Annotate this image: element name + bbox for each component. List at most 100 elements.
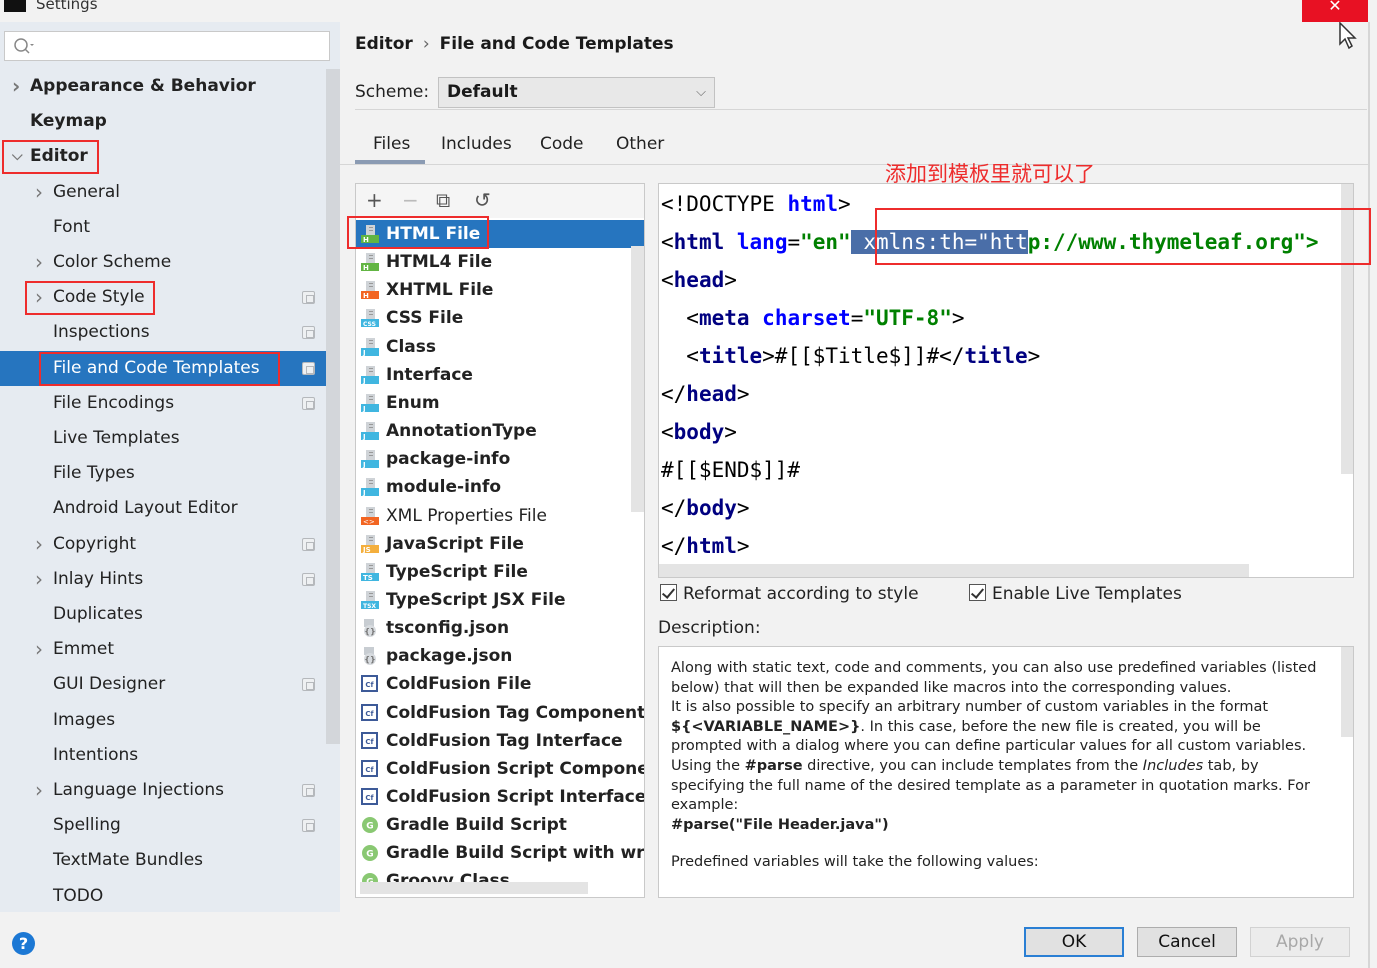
sidebar-item-file-encodings[interactable]: File Encodings — [0, 386, 326, 421]
sidebar-item-duplicates[interactable]: Duplicates — [0, 597, 326, 632]
java-file-icon: J — [360, 393, 380, 413]
template-list-item[interactable]: Cf ColdFusion Tag Interface — [356, 727, 644, 755]
template-list-item[interactable]: Cf ColdFusion Script Component — [356, 755, 644, 783]
sidebar-item-keymap[interactable]: Keymap — [0, 104, 326, 139]
sidebar-item-spelling[interactable]: Spelling — [0, 808, 326, 843]
code-line: <body> — [661, 414, 737, 450]
template-list-item[interactable]: Cf ColdFusion Tag Component — [356, 699, 644, 727]
help-button[interactable]: ? — [12, 932, 35, 955]
checkbox-checked-icon — [660, 584, 677, 601]
sidebar-item-general[interactable]: › General — [0, 175, 326, 210]
template-list-item[interactable]: G Gradle Build Script with wrapper — [356, 839, 644, 867]
template-list-hscrollbar[interactable] — [360, 882, 588, 894]
template-list-item[interactable]: TSX TypeScript JSX File — [356, 586, 644, 614]
chevron-right-icon[interactable]: › — [35, 562, 43, 597]
sidebar-item-intentions[interactable]: Intentions — [0, 738, 326, 773]
template-list-item[interactable]: TS TypeScript File — [356, 558, 644, 586]
template-list-item[interactable]: J Class — [356, 333, 644, 361]
chevron-right-icon[interactable]: › — [35, 632, 43, 667]
template-list-item[interactable]: G Gradle Build Script — [356, 811, 644, 839]
sidebar-item-live-templates[interactable]: Live Templates — [0, 421, 326, 456]
sidebar-item-file-types[interactable]: File Types — [0, 456, 326, 491]
sidebar-item-android-layout-editor[interactable]: Android Layout Editor — [0, 491, 326, 526]
code-token: >#[[$Title$]]#</ — [762, 344, 965, 368]
app-logo-icon — [4, 0, 26, 12]
template-list-item[interactable]: CSS CSS File — [356, 304, 644, 332]
gradle-icon: G — [360, 815, 380, 835]
svg-text:J: J — [362, 461, 366, 469]
template-list-item[interactable]: {} tsconfig.json — [356, 614, 644, 642]
json-file-icon: {} — [360, 646, 380, 666]
code-token: html — [686, 534, 737, 558]
svg-text:<>: <> — [363, 518, 375, 526]
sidebar-scrollbar[interactable] — [326, 69, 340, 744]
java-file-icon: J — [360, 421, 380, 441]
xhtml-file-icon: H — [360, 280, 380, 300]
sidebar-item-label: Emmet — [53, 639, 114, 660]
sidebar-item-copyright[interactable]: › Copyright — [0, 527, 326, 562]
tab-other[interactable]: Other — [616, 134, 664, 154]
template-list-item[interactable]: J AnnotationType — [356, 417, 644, 445]
sidebar-item-label: Font — [53, 216, 91, 237]
project-scope-icon — [302, 361, 315, 375]
code-token: < — [661, 230, 674, 254]
template-label: package-info — [386, 449, 511, 470]
editor-hscrollbar[interactable] — [659, 564, 1249, 577]
code-token: "UTF-8" — [863, 306, 952, 330]
template-list-item[interactable]: H XHTML File — [356, 276, 644, 304]
sidebar-item-label: Intentions — [53, 744, 139, 765]
sidebar-item-textmate-bundles[interactable]: TextMate Bundles — [0, 843, 326, 878]
template-list-item[interactable]: Cf ColdFusion Script Interface — [356, 783, 644, 811]
template-list-item[interactable]: J Interface — [356, 361, 644, 389]
close-window-button[interactable]: ✕ — [1302, 0, 1368, 22]
add-template-button[interactable]: + — [366, 188, 383, 212]
remove-template-button[interactable]: − — [402, 188, 419, 212]
sidebar-item-appearance-behavior[interactable]: › Appearance & Behavior — [0, 69, 326, 104]
description-paragraph: #parse("File Header.java") — [671, 816, 1321, 836]
scheme-dropdown[interactable]: Default ⌵ — [438, 77, 715, 108]
sidebar-item-inlay-hints[interactable]: › Inlay Hints — [0, 562, 326, 597]
breadcrumb-parent[interactable]: Editor — [355, 34, 413, 54]
copy-template-button[interactable]: ⧉ — [436, 188, 450, 212]
reformat-checkbox[interactable]: Reformat according to style — [660, 584, 919, 604]
code-token: < — [661, 306, 699, 330]
template-list-item[interactable]: H HTML4 File — [356, 248, 644, 276]
chevron-right-icon[interactable]: › — [35, 527, 43, 562]
cancel-button[interactable]: Cancel — [1137, 927, 1237, 957]
settings-search-input[interactable] — [4, 31, 330, 61]
svg-text:Cf: Cf — [365, 794, 374, 802]
template-list-item[interactable]: JS JavaScript File — [356, 530, 644, 558]
sidebar-item-gui-designer[interactable]: GUI Designer — [0, 667, 326, 702]
description-scrollbar[interactable] — [1341, 647, 1353, 737]
template-list-item[interactable]: Cf ColdFusion File — [356, 670, 644, 698]
template-list-item[interactable]: <> XML Properties File — [356, 502, 644, 530]
sidebar-item-inspections[interactable]: Inspections — [0, 315, 326, 350]
chevron-right-icon[interactable]: › — [35, 773, 43, 808]
tab-includes[interactable]: Includes — [441, 134, 512, 154]
sidebar-item-emmet[interactable]: › Emmet — [0, 632, 326, 667]
enable-live-templates-checkbox[interactable]: Enable Live Templates — [969, 584, 1182, 604]
template-list-item[interactable]: J Enum — [356, 389, 644, 417]
sidebar-item-todo[interactable]: TODO — [0, 879, 326, 914]
ok-button[interactable]: OK — [1024, 927, 1124, 957]
tab-files[interactable]: Files — [373, 134, 410, 154]
highlight-box — [2, 140, 99, 175]
tab-code[interactable]: Code — [540, 134, 584, 154]
template-label: TypeScript JSX File — [386, 589, 566, 610]
sidebar-item-language-injections[interactable]: › Language Injections — [0, 773, 326, 808]
template-list-item[interactable]: Jmodule-info — [356, 473, 644, 501]
apply-button[interactable]: Apply — [1250, 927, 1350, 957]
template-label: tsconfig.json — [386, 618, 510, 639]
sidebar-item-color-scheme[interactable]: › Color Scheme — [0, 245, 326, 280]
template-list-item[interactable]: {} package.json — [356, 642, 644, 670]
reset-template-button[interactable]: ↺ — [474, 188, 491, 212]
project-scope-icon — [302, 326, 315, 340]
template-list-item[interactable]: Jpackage-info — [356, 445, 644, 473]
description-paragraph: It is also possible to specify an arbitr… — [671, 698, 1321, 757]
chevron-right-icon[interactable]: › — [35, 175, 43, 210]
chevron-right-icon[interactable]: › — [35, 245, 43, 280]
template-list-scrollbar[interactable] — [631, 246, 644, 512]
chevron-right-icon[interactable]: › — [12, 69, 20, 104]
sidebar-item-images[interactable]: Images — [0, 703, 326, 738]
sidebar-item-font[interactable]: Font — [0, 210, 326, 245]
